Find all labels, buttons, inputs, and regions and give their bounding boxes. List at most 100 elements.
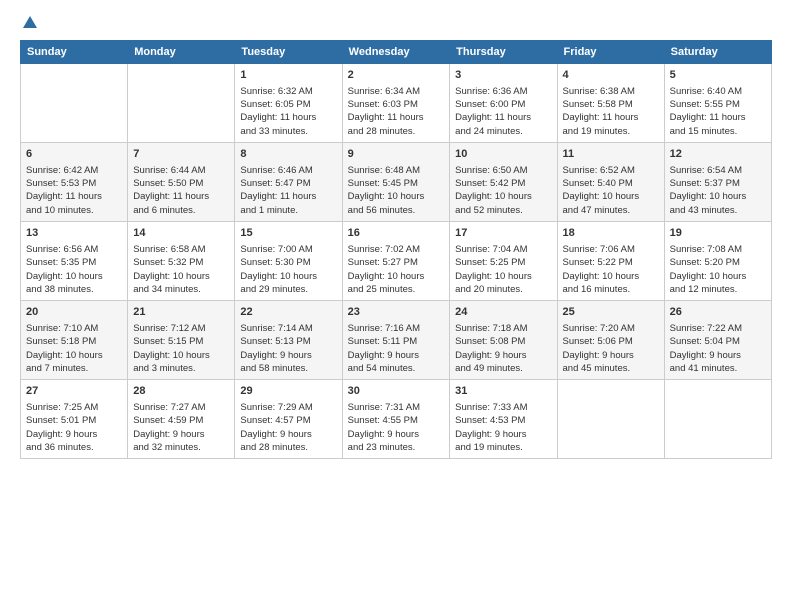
day-info: Sunrise: 7:12 AM Sunset: 5:15 PM Dayligh… [133,322,229,375]
calendar-cell: 2 Sunrise: 6:34 AM Sunset: 6:03 PM Daylig… [342,64,450,143]
day-info: Sunrise: 7:00 AM Sunset: 5:30 PM Dayligh… [240,243,336,296]
calendar-cell: 5 Sunrise: 6:40 AM Sunset: 5:55 PM Daylig… [664,64,771,143]
day-of-week-header: Saturday [664,41,771,64]
day-number: 8 [240,147,336,162]
day-info: Sunrise: 6:34 AM Sunset: 6:03 PM Dayligh… [348,85,445,138]
calendar-week-row: 13 Sunrise: 6:56 AM Sunset: 5:35 PM Dayli… [21,222,772,301]
day-info: Sunrise: 6:50 AM Sunset: 5:42 PM Dayligh… [455,164,551,217]
day-number: 15 [240,226,336,241]
calendar-cell: 20 Sunrise: 7:10 AM Sunset: 5:18 PM Dayli… [21,301,128,380]
day-of-week-header: Friday [557,41,664,64]
day-of-week-header: Sunday [21,41,128,64]
day-number: 16 [348,226,445,241]
calendar-cell: 12 Sunrise: 6:54 AM Sunset: 5:37 PM Dayli… [664,143,771,222]
day-info: Sunrise: 7:29 AM Sunset: 4:57 PM Dayligh… [240,401,336,454]
calendar-cell: 31 Sunrise: 7:33 AM Sunset: 4:53 PM Dayli… [450,380,557,459]
day-number: 22 [240,305,336,320]
calendar-cell: 14Sunrise: 6:58 AM Sunset: 5:32 PM Dayli… [128,222,235,301]
calendar-cell [664,380,771,459]
day-number: 3 [455,68,551,83]
calendar-cell: 1 Sunrise: 6:32 AM Sunset: 6:05 PM Daylig… [235,64,342,143]
logo-triangle-icon [23,16,37,28]
day-info: Sunrise: 6:42 AM Sunset: 5:53 PM Dayligh… [26,164,122,217]
day-number: 30 [348,384,445,399]
day-number: 2 [348,68,445,83]
day-number: 11 [563,147,659,162]
day-info: Sunrise: 6:52 AM Sunset: 5:40 PM Dayligh… [563,164,659,217]
day-info: Sunrise: 6:36 AM Sunset: 6:00 PM Dayligh… [455,85,551,138]
day-info: Sunrise: 6:44 AM Sunset: 5:50 PM Dayligh… [133,164,229,217]
day-of-week-header: Monday [128,41,235,64]
calendar-week-row: 27 Sunrise: 7:25 AM Sunset: 5:01 PM Dayli… [21,380,772,459]
calendar-cell [128,64,235,143]
calendar-cell: 17Sunrise: 7:04 AM Sunset: 5:25 PM Dayli… [450,222,557,301]
day-of-week-header: Tuesday [235,41,342,64]
day-info: Sunrise: 7:16 AM Sunset: 5:11 PM Dayligh… [348,322,445,375]
header [20,16,772,30]
day-info: Sunrise: 7:25 AM Sunset: 5:01 PM Dayligh… [26,401,122,454]
day-info: Sunrise: 6:46 AM Sunset: 5:47 PM Dayligh… [240,164,336,217]
day-info: Sunrise: 7:02 AM Sunset: 5:27 PM Dayligh… [348,243,445,296]
calendar-cell: 4 Sunrise: 6:38 AM Sunset: 5:58 PM Daylig… [557,64,664,143]
day-number: 19 [670,226,766,241]
calendar-cell: 16 Sunrise: 7:02 AM Sunset: 5:27 PM Dayli… [342,222,450,301]
calendar-cell: 13 Sunrise: 6:56 AM Sunset: 5:35 PM Dayli… [21,222,128,301]
day-number: 4 [563,68,659,83]
day-number: 25 [563,305,659,320]
calendar-cell: 27 Sunrise: 7:25 AM Sunset: 5:01 PM Dayli… [21,380,128,459]
day-number: 21 [133,305,229,320]
calendar-cell: 24 Sunrise: 7:18 AM Sunset: 5:08 PM Dayli… [450,301,557,380]
day-info: Sunrise: 6:38 AM Sunset: 5:58 PM Dayligh… [563,85,659,138]
day-number: 23 [348,305,445,320]
day-number: 5 [670,68,766,83]
calendar-week-row: 6 Sunrise: 6:42 AM Sunset: 5:53 PM Daylig… [21,143,772,222]
day-info: Sunrise: 7:10 AM Sunset: 5:18 PM Dayligh… [26,322,122,375]
day-number: 6 [26,147,122,162]
day-number: 17 [455,226,551,241]
calendar-cell: 23 Sunrise: 7:16 AM Sunset: 5:11 PM Dayli… [342,301,450,380]
day-number: 1 [240,68,336,83]
day-info: Sunrise: 6:58 AM Sunset: 5:32 PM Dayligh… [133,243,229,296]
calendar-cell: 26 Sunrise: 7:22 AM Sunset: 5:04 PM Dayli… [664,301,771,380]
day-number: 20 [26,305,122,320]
day-info: Sunrise: 7:33 AM Sunset: 4:53 PM Dayligh… [455,401,551,454]
calendar-table: SundayMondayTuesdayWednesdayThursdayFrid… [20,40,772,459]
day-info: Sunrise: 7:20 AM Sunset: 5:06 PM Dayligh… [563,322,659,375]
calendar-header-row: SundayMondayTuesdayWednesdayThursdayFrid… [21,41,772,64]
calendar-cell: 29 Sunrise: 7:29 AM Sunset: 4:57 PM Dayli… [235,380,342,459]
day-info: Sunrise: 7:14 AM Sunset: 5:13 PM Dayligh… [240,322,336,375]
day-of-week-header: Thursday [450,41,557,64]
day-number: 26 [670,305,766,320]
calendar-cell: 18Sunrise: 7:06 AM Sunset: 5:22 PM Dayli… [557,222,664,301]
calendar-cell: 10 Sunrise: 6:50 AM Sunset: 5:42 PM Dayli… [450,143,557,222]
day-number: 24 [455,305,551,320]
day-info: Sunrise: 7:22 AM Sunset: 5:04 PM Dayligh… [670,322,766,375]
calendar-cell: 19 Sunrise: 7:08 AM Sunset: 5:20 PM Dayli… [664,222,771,301]
day-number: 10 [455,147,551,162]
calendar-cell: 3 Sunrise: 6:36 AM Sunset: 6:00 PM Daylig… [450,64,557,143]
day-info: Sunrise: 7:08 AM Sunset: 5:20 PM Dayligh… [670,243,766,296]
day-info: Sunrise: 6:32 AM Sunset: 6:05 PM Dayligh… [240,85,336,138]
calendar-cell: 6 Sunrise: 6:42 AM Sunset: 5:53 PM Daylig… [21,143,128,222]
day-info: Sunrise: 7:06 AM Sunset: 5:22 PM Dayligh… [563,243,659,296]
day-info: Sunrise: 6:40 AM Sunset: 5:55 PM Dayligh… [670,85,766,138]
day-info: Sunrise: 6:54 AM Sunset: 5:37 PM Dayligh… [670,164,766,217]
calendar-week-row: 1 Sunrise: 6:32 AM Sunset: 6:05 PM Daylig… [21,64,772,143]
calendar-cell: 21 Sunrise: 7:12 AM Sunset: 5:15 PM Dayli… [128,301,235,380]
day-number: 12 [670,147,766,162]
calendar-cell: 7Sunrise: 6:44 AM Sunset: 5:50 PM Daylig… [128,143,235,222]
day-number: 31 [455,384,551,399]
day-number: 28 [133,384,229,399]
day-info: Sunrise: 7:18 AM Sunset: 5:08 PM Dayligh… [455,322,551,375]
calendar-cell: 8 Sunrise: 6:46 AM Sunset: 5:47 PM Daylig… [235,143,342,222]
logo [20,16,37,30]
day-info: Sunrise: 6:56 AM Sunset: 5:35 PM Dayligh… [26,243,122,296]
day-number: 27 [26,384,122,399]
calendar-cell: 22 Sunrise: 7:14 AM Sunset: 5:13 PM Dayli… [235,301,342,380]
day-number: 13 [26,226,122,241]
day-info: Sunrise: 6:48 AM Sunset: 5:45 PM Dayligh… [348,164,445,217]
calendar-cell: 28Sunrise: 7:27 AM Sunset: 4:59 PM Dayli… [128,380,235,459]
day-number: 29 [240,384,336,399]
calendar-cell: 11 Sunrise: 6:52 AM Sunset: 5:40 PM Dayli… [557,143,664,222]
calendar-cell: 15 Sunrise: 7:00 AM Sunset: 5:30 PM Dayli… [235,222,342,301]
